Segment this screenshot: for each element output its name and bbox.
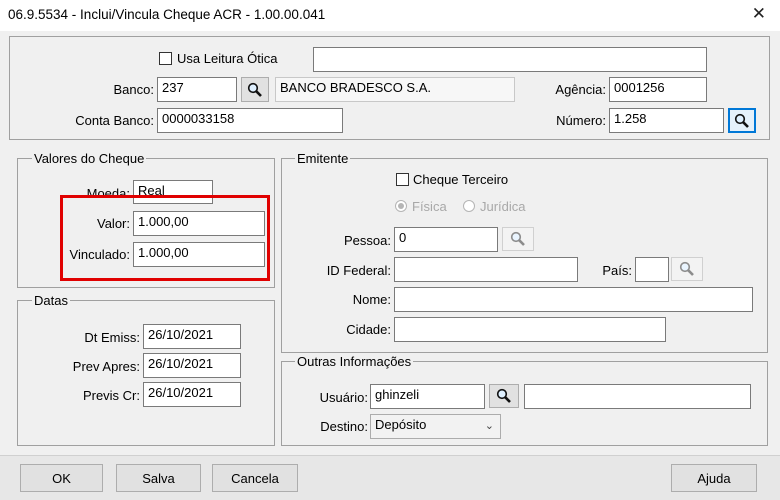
salva-button[interactable]: Salva [116,464,201,492]
leitura-otica-field[interactable] [313,47,707,72]
valores-highlight-box [60,195,270,281]
pais-label: País: [602,263,632,278]
banco-name-field: BANCO BRADESCO S.A. [275,77,515,102]
id-federal-field[interactable] [394,257,578,282]
destino-value: Depósito [375,417,427,432]
juridica-radio [463,200,475,212]
pais-field[interactable] [635,257,669,282]
ok-button[interactable]: OK [20,464,103,492]
destino-select[interactable]: Depósito ⌄ [370,414,501,439]
usuario-name-field [524,384,751,409]
magnifier-icon [247,82,262,97]
magnifier-icon [734,113,749,128]
dt-emiss-field[interactable]: 26/10/2021 [143,324,241,349]
previs-cr-label: Previs Cr: [82,388,140,403]
conta-banco-field[interactable]: 0000033158 [157,108,343,133]
previs-cr-field[interactable]: 26/10/2021 [143,382,241,407]
nome-label: Nome: [352,292,391,307]
cidade-field[interactable] [394,317,666,342]
vinculado-field[interactable]: 1.000,00 [133,242,265,267]
id-federal-label: ID Federal: [326,263,391,278]
vinculado-label: Vinculado: [69,247,130,262]
chevron-down-icon: ⌄ [484,420,494,432]
usuario-field[interactable]: ghinzeli [370,384,485,409]
cidade-label: Cidade: [346,322,391,337]
pais-lookup-button[interactable] [671,257,703,281]
valores-legend: Valores do Cheque [32,151,147,166]
prev-apres-field[interactable]: 26/10/2021 [143,353,241,378]
banco-code-field[interactable]: 237 [157,77,237,102]
nome-field[interactable] [394,287,753,312]
magnifier-icon [679,261,694,276]
fisica-label: Física [412,199,447,214]
juridica-label: Jurídica [480,199,526,214]
numero-field[interactable]: 1.258 [609,108,724,133]
valor-field[interactable]: 1.000,00 [133,211,265,236]
destino-label: Destino: [320,419,368,434]
pessoa-lookup-button[interactable] [502,227,534,251]
conta-banco-label: Conta Banco: [75,113,154,128]
close-icon[interactable]: ✕ [752,4,766,24]
pessoa-label: Pessoa: [344,233,391,248]
cheque-terceiro-label: Cheque Terceiro [413,172,509,187]
ajuda-button[interactable]: Ajuda [671,464,757,492]
agencia-label: Agência: [555,82,606,97]
banco-label: Banco: [113,82,154,97]
numero-lookup-button[interactable] [728,108,756,133]
fisica-radio [395,200,407,212]
cancela-button[interactable]: Cancela [212,464,298,492]
usuario-label: Usuário: [319,390,368,405]
agencia-field[interactable]: 0001256 [609,77,707,102]
window-title: 06.9.5534 - Inclui/Vincula Cheque ACR - … [8,7,326,22]
cheque-terceiro-checkbox[interactable] [396,173,409,186]
usa-leitura-label: Usa Leitura Ótica [177,51,278,66]
outras-legend: Outras Informações [295,354,414,369]
usuario-lookup-button[interactable] [489,384,519,408]
numero-label: Número: [556,113,606,128]
dt-emiss-label: Dt Emiss: [84,330,140,345]
magnifier-icon [510,231,525,246]
magnifier-icon [496,388,511,403]
pessoa-field[interactable]: 0 [394,227,498,252]
datas-legend: Datas [32,293,70,308]
prev-apres-label: Prev Apres: [72,359,140,374]
title-bar: 06.9.5534 - Inclui/Vincula Cheque ACR - … [0,0,780,31]
emitente-legend: Emitente [295,151,351,166]
valor-label: Valor: [97,216,130,231]
usa-leitura-checkbox[interactable] [159,52,172,65]
banco-lookup-button[interactable] [241,77,269,102]
